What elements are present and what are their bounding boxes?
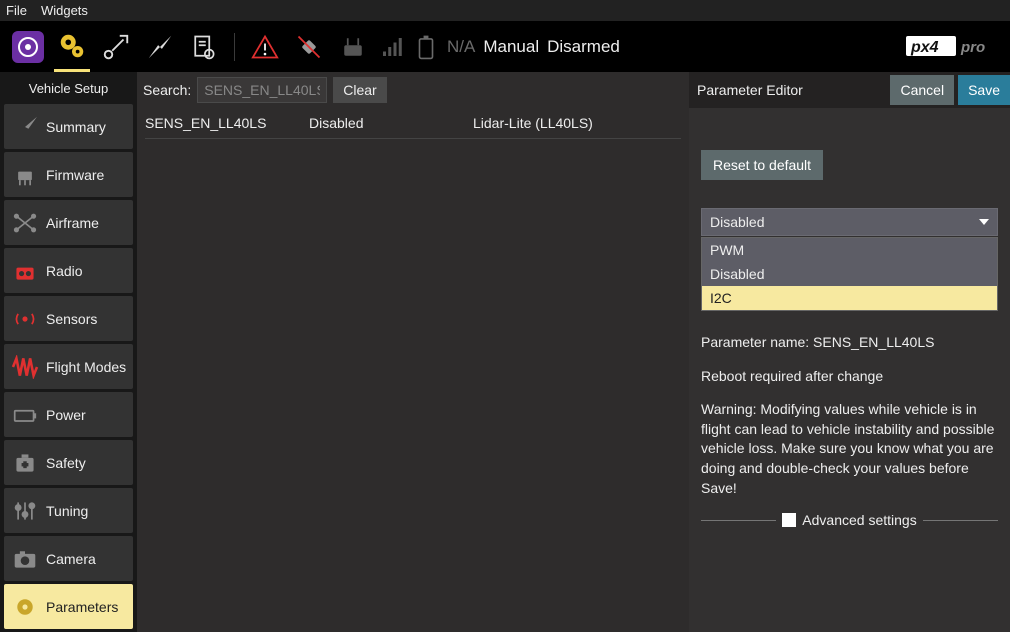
top-toolbar: N/A Manual Disarmed px4 pro <box>0 22 1010 72</box>
plane-icon <box>4 115 46 139</box>
sidebar-item-power[interactable]: Power <box>4 392 133 437</box>
sidebar-item-label: Airframe <box>46 215 99 231</box>
sidebar-item-label: Safety <box>46 455 86 471</box>
parameter-editor-panel: Parameter Editor Cancel Save Reset to de… <box>689 72 1010 632</box>
parameters-panel: Search: Clear SENS_EN_LL40LS Disabled Li… <box>137 72 689 632</box>
signal-icon <box>379 29 405 65</box>
param-value-cell: Disabled <box>309 115 473 131</box>
svg-text:px4: px4 <box>910 39 939 56</box>
sidebar-item-camera[interactable]: Camera <box>4 536 133 581</box>
value-select[interactable]: Disabled <box>701 208 998 236</box>
sidebar-item-parameters[interactable]: Parameters <box>4 584 133 629</box>
chip-icon <box>4 163 46 187</box>
cancel-button[interactable]: Cancel <box>890 75 954 105</box>
advanced-settings-label: Advanced settings <box>802 512 916 528</box>
camera-icon <box>4 547 46 571</box>
sidebar-item-label: Power <box>46 407 86 423</box>
battery-side-icon <box>4 403 46 427</box>
search-row: Search: Clear <box>137 72 689 108</box>
sidebar-item-label: Parameters <box>46 599 118 615</box>
gear-icon <box>4 595 46 619</box>
sidebar-item-flight-modes[interactable]: Flight Modes <box>4 344 133 389</box>
sidebar-item-radio[interactable]: Radio <box>4 248 133 293</box>
value-select-dropdown: PWM Disabled I2C <box>701 237 998 311</box>
divider-line <box>923 520 998 521</box>
sidebar-item-tuning[interactable]: Tuning <box>4 488 133 533</box>
advanced-settings-checkbox[interactable] <box>782 513 796 527</box>
analyze-doc-icon[interactable] <box>186 29 222 65</box>
warning-icon[interactable] <box>247 29 283 65</box>
sidebar-item-summary[interactable]: Summary <box>4 104 133 149</box>
menu-file[interactable]: File <box>6 3 27 18</box>
sidebar-item-label: Radio <box>46 263 83 279</box>
vehicle-setup-sidebar: Vehicle Setup Summary Firmware Airframe … <box>0 72 137 632</box>
editor-title: Parameter Editor <box>697 82 890 98</box>
sidebar-item-safety[interactable]: Safety <box>4 440 133 485</box>
app-logo-icon[interactable] <box>10 29 46 65</box>
radio-icon <box>4 259 46 283</box>
advanced-settings-row: Advanced settings <box>701 512 998 528</box>
sat-icon[interactable] <box>291 29 327 65</box>
menu-widgets[interactable]: Widgets <box>41 3 88 18</box>
arm-state-text[interactable]: Disarmed <box>547 37 620 57</box>
reboot-required-text: Reboot required after change <box>701 367 998 387</box>
battery-na-text: N/A <box>447 37 475 57</box>
waveform-icon <box>4 355 46 379</box>
medkit-icon <box>4 451 46 475</box>
param-name-cell: SENS_EN_LL40LS <box>145 115 309 131</box>
sidebar-title: Vehicle Setup <box>0 72 137 104</box>
fly-plane-icon[interactable] <box>142 29 178 65</box>
search-input[interactable] <box>197 77 327 103</box>
battery-icon <box>413 29 439 65</box>
airframe-icon <box>4 211 46 235</box>
save-button[interactable]: Save <box>958 75 1010 105</box>
select-current-value: Disabled <box>710 214 764 230</box>
sidebar-item-label: Camera <box>46 551 96 567</box>
param-divider <box>145 138 681 139</box>
sidebar-item-label: Firmware <box>46 167 104 183</box>
sidebar-item-sensors[interactable]: Sensors <box>4 296 133 341</box>
sidebar-item-label: Summary <box>46 119 106 135</box>
warning-text: Warning: Modifying values while vehicle … <box>701 400 998 498</box>
sidebar-item-label: Tuning <box>46 503 88 519</box>
menu-bar: File Widgets <box>0 0 1010 22</box>
param-row[interactable]: SENS_EN_LL40LS Disabled Lidar-Lite (LL40… <box>137 108 689 138</box>
toolbar-separator <box>234 33 235 61</box>
rc-icon <box>335 29 371 65</box>
sliders-icon <box>4 499 46 523</box>
divider-line <box>701 520 776 521</box>
sidebar-item-airframe[interactable]: Airframe <box>4 200 133 245</box>
setup-gears-icon[interactable] <box>54 22 90 72</box>
param-desc-cell: Lidar-Lite (LL40LS) <box>473 115 689 131</box>
search-label: Search: <box>143 82 191 98</box>
svg-text:pro: pro <box>960 39 985 56</box>
select-option-pwm[interactable]: PWM <box>702 238 997 262</box>
flight-mode-text[interactable]: Manual <box>483 37 539 57</box>
chevron-down-icon <box>979 219 989 225</box>
reset-to-default-button[interactable]: Reset to default <box>701 150 823 180</box>
parameter-name-text: Parameter name: SENS_EN_LL40LS <box>701 333 998 353</box>
plan-waypoint-icon[interactable] <box>98 29 134 65</box>
sidebar-item-label: Sensors <box>46 311 97 327</box>
editor-header: Parameter Editor Cancel Save <box>689 72 1010 108</box>
sidebar-item-firmware[interactable]: Firmware <box>4 152 133 197</box>
sensors-icon <box>4 307 46 331</box>
select-option-disabled[interactable]: Disabled <box>702 262 997 286</box>
clear-button[interactable]: Clear <box>333 77 386 103</box>
select-option-i2c[interactable]: I2C <box>702 286 997 310</box>
sidebar-item-label: Flight Modes <box>46 359 126 375</box>
brand-logo: px4 pro <box>906 32 996 63</box>
